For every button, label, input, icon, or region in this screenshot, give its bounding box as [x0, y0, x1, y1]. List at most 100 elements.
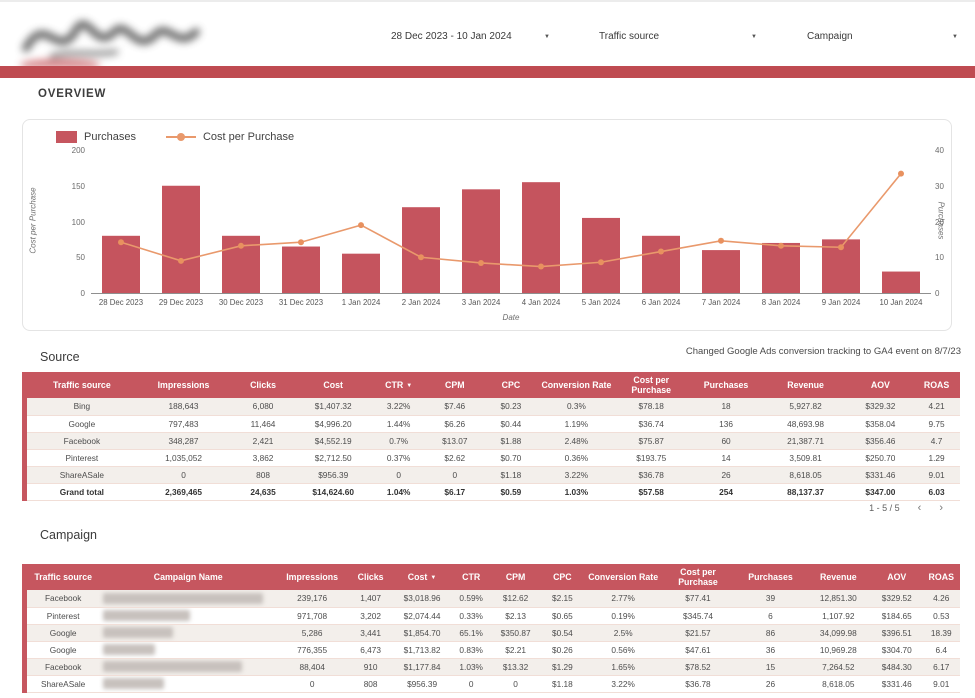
table-row[interactable]: Google5,2863,441$1,854.7065.1%$350.87$0.…	[25, 624, 961, 641]
campaign-dropdown-icon[interactable]: ▼	[952, 34, 958, 40]
line-point[interactable]	[418, 254, 424, 260]
x-tick-label: 30 Dec 2023	[211, 298, 271, 307]
next-page-icon[interactable]: ›	[939, 502, 943, 514]
sort-desc-icon: ▼	[406, 383, 412, 389]
table-row[interactable]: Facebook88,404910$1,177.841.03%$13.32$1.…	[25, 658, 961, 675]
line-point[interactable]	[238, 243, 244, 249]
column-header[interactable]: CPM	[427, 372, 483, 398]
chart-plot-area[interactable]	[91, 150, 931, 294]
line-point[interactable]	[478, 260, 484, 266]
bar-purchases[interactable]	[642, 236, 680, 293]
cell: 0	[137, 466, 231, 483]
column-header[interactable]: Cost per Purchase	[661, 564, 736, 590]
column-header[interactable]: Impressions	[277, 564, 347, 590]
line-point[interactable]	[778, 243, 784, 249]
date-range-dropdown-icon[interactable]: ▼	[544, 34, 550, 40]
column-header[interactable]: Cost▼	[394, 564, 450, 590]
column-header[interactable]: Cost	[296, 372, 371, 398]
table-row[interactable]: Facebook239,1761,407$3,018.960.59%$12.62…	[25, 590, 961, 607]
annotation-text: Changed Google Ads conversion tracking t…	[686, 346, 961, 357]
table-row[interactable]: Pinterest1,035,0523,862$2,712.500.37%$2.…	[25, 449, 961, 466]
column-header[interactable]: Revenue	[763, 372, 847, 398]
cell: 1.03%	[450, 658, 492, 675]
column-header[interactable]: Impressions	[137, 372, 231, 398]
column-header[interactable]: Revenue	[806, 564, 871, 590]
column-header[interactable]: CPM	[492, 564, 539, 590]
column-header[interactable]: AOV	[848, 372, 913, 398]
line-point[interactable]	[298, 239, 304, 245]
campaign-filter[interactable]: Campaign	[807, 31, 853, 42]
cell: $13.32	[492, 658, 539, 675]
line-point[interactable]	[838, 244, 844, 250]
column-header[interactable]: Conversion Rate	[539, 372, 614, 398]
company-logo	[12, 6, 222, 68]
column-header[interactable]: Clicks	[347, 564, 394, 590]
bar-purchases[interactable]	[882, 272, 920, 293]
cell: $0.26	[539, 641, 586, 658]
column-header[interactable]: Clicks	[230, 372, 295, 398]
column-header[interactable]: ROAS	[913, 372, 960, 398]
cell: 239,176	[277, 590, 347, 607]
cell: 60	[689, 432, 764, 449]
line-point[interactable]	[658, 249, 664, 255]
line-point[interactable]	[178, 258, 184, 264]
cell: $1.88	[483, 432, 539, 449]
table-row[interactable]: Google797,48311,464$4,996.201.44%$6.26$0…	[25, 415, 961, 432]
legend-item-purchases[interactable]: Purchases	[56, 131, 136, 143]
cell: 10,969.28	[806, 641, 871, 658]
legend-item-cost-per-purchase[interactable]: Cost per Purchase	[166, 131, 294, 143]
line-point[interactable]	[598, 259, 604, 265]
column-header[interactable]: Conversion Rate	[586, 564, 661, 590]
column-header[interactable]: Purchases	[735, 564, 805, 590]
cell: 6.17	[922, 658, 960, 675]
column-header[interactable]: Cost per Purchase	[614, 372, 689, 398]
column-header[interactable]: Campaign Name	[99, 564, 277, 590]
cell: 14	[689, 449, 764, 466]
date-range-filter[interactable]: 28 Dec 2023 - 10 Jan 2024	[391, 31, 512, 42]
table-row[interactable]: Google776,3556,473$1,713.820.83%$2.21$0.…	[25, 641, 961, 658]
line-point[interactable]	[898, 171, 904, 177]
table-row[interactable]: Pinterest971,7083,202$2,074.440.33%$2.13…	[25, 607, 961, 624]
grand-total-row[interactable]: Grand total2,369,46524,635$14,624.601.04…	[25, 483, 961, 500]
line-point[interactable]	[358, 222, 364, 228]
traffic-source-dropdown-icon[interactable]: ▼	[751, 34, 757, 40]
bar-purchases[interactable]	[522, 182, 560, 293]
line-point[interactable]	[538, 264, 544, 270]
table-row[interactable]: ShareASale0808$956.3900$1.183.22%$36.782…	[25, 675, 961, 692]
bar-purchases[interactable]	[582, 218, 620, 293]
column-header[interactable]: ROAS	[922, 564, 960, 590]
cell: 7,264.52	[806, 658, 871, 675]
column-header[interactable]: CTR	[450, 564, 492, 590]
cell: $36.74	[614, 415, 689, 432]
bar-purchases[interactable]	[162, 186, 200, 293]
column-header[interactable]: CTR▼	[371, 372, 427, 398]
cell: 0	[371, 466, 427, 483]
bar-purchases[interactable]	[342, 254, 380, 293]
bar-purchases[interactable]	[762, 243, 800, 293]
table-header-row: Traffic sourceImpressionsClicksCostCTR▼C…	[25, 372, 961, 398]
prev-page-icon[interactable]: ‹	[918, 502, 922, 514]
cell: $956.39	[296, 466, 371, 483]
traffic-source-filter[interactable]: Traffic source	[599, 31, 659, 42]
cell	[99, 658, 277, 675]
column-header[interactable]: CPC	[539, 564, 586, 590]
line-point[interactable]	[118, 239, 124, 245]
column-header[interactable]: CPC	[483, 372, 539, 398]
axis-tick-label: 0	[935, 289, 939, 298]
cell: $0.44	[483, 415, 539, 432]
bar-purchases[interactable]	[462, 189, 500, 293]
column-header[interactable]: Traffic source	[25, 372, 137, 398]
line-point[interactable]	[718, 238, 724, 244]
table-row[interactable]: ShareASale0808$956.3900$1.183.22%$36.782…	[25, 466, 961, 483]
redacted-campaign-name	[103, 627, 173, 638]
column-header[interactable]: AOV	[871, 564, 922, 590]
column-header[interactable]: Traffic source	[25, 564, 100, 590]
cell: $1,177.84	[394, 658, 450, 675]
axis-tick-label: 0	[81, 289, 85, 298]
bar-purchases[interactable]	[282, 247, 320, 293]
column-header[interactable]: Purchases	[689, 372, 764, 398]
cell: $2.21	[492, 641, 539, 658]
table-row[interactable]: Bing188,6436,080$1,407.323.22%$7.46$0.23…	[25, 398, 961, 415]
bar-purchases[interactable]	[702, 250, 740, 293]
table-row[interactable]: Facebook348,2872,421$4,552.190.7%$13.07$…	[25, 432, 961, 449]
